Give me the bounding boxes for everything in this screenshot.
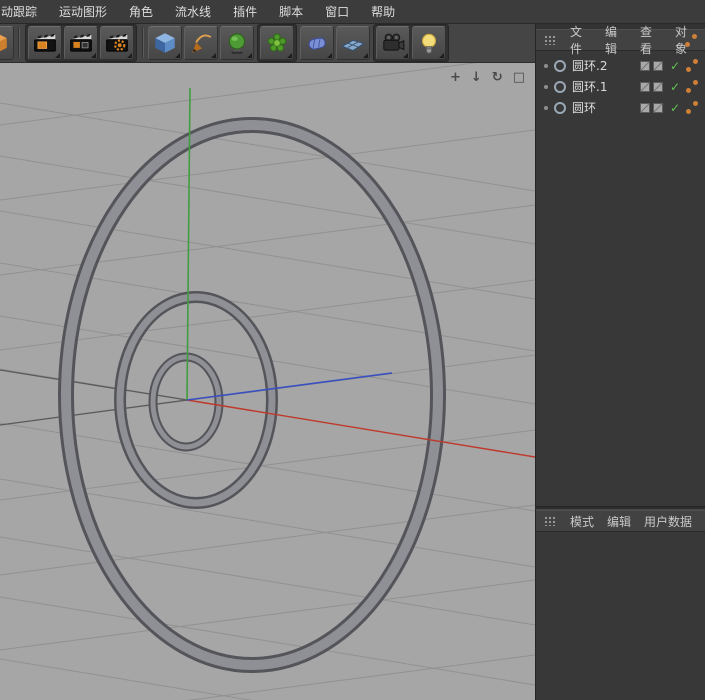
environment-floor-button[interactable] (336, 26, 370, 60)
orange-cube-icon (0, 30, 10, 56)
rotate-icon[interactable]: ↻ (492, 71, 503, 84)
visibility-dots-icon[interactable] (686, 79, 698, 94)
object-row-torus-2[interactable]: 圆环.2 ✓ (536, 55, 705, 76)
light-bulb-icon (416, 30, 442, 56)
torus-icon (554, 101, 566, 114)
right-panel: 文件 编辑 查看 对象 圆环.2 ✓ 圆环.1 ✓ 圆环 ✓ 模式 编辑 用户数… (535, 24, 705, 700)
pan-icon[interactable]: + (450, 71, 461, 84)
menu-item-mograph[interactable]: 运动图形 (59, 3, 107, 20)
app-window: 动跟踪 运动图形 角色 流水线 插件 脚本 窗口 帮助 + ↓ ↻ □ 文件 编… (0, 0, 705, 700)
tree-dot-icon (544, 105, 548, 110)
pen-icon (188, 30, 214, 56)
clapperboard-gear-icon (104, 30, 130, 56)
visibility-dots-icon[interactable] (686, 58, 698, 73)
object-row-torus[interactable]: 圆环 ✓ (536, 97, 705, 118)
tag-square-icon[interactable] (652, 102, 663, 113)
object-label: 圆环 (572, 101, 597, 115)
tag-square-icon[interactable] (652, 60, 663, 71)
enable-check-icon[interactable]: ✓ (670, 80, 680, 94)
toggle-view-icon[interactable]: □ (513, 71, 525, 84)
camera-button[interactable] (376, 26, 410, 60)
object-manager-empty-area[interactable] (536, 118, 705, 506)
tag-square-icon[interactable] (639, 60, 650, 71)
tag-square-icon[interactable] (639, 102, 650, 113)
mograph-cloner-button[interactable] (260, 26, 294, 60)
menu-item-window[interactable]: 窗口 (325, 3, 349, 20)
primitive-cube-button[interactable] (148, 26, 182, 60)
toolbar (0, 24, 535, 63)
visibility-dots-icon[interactable] (685, 33, 697, 48)
render-settings-button[interactable] (100, 26, 134, 60)
tag-square-icon[interactable] (652, 81, 663, 92)
menu-item-motion-tracking[interactable]: 动跟踪 (1, 3, 37, 20)
tab-edit[interactable]: 编辑 (607, 513, 631, 530)
enable-check-icon[interactable]: ✓ (670, 101, 680, 115)
clapperboard-icon (32, 30, 58, 56)
menu-item-script[interactable]: 脚本 (279, 3, 303, 20)
x-axis (186, 399, 535, 458)
toolbar-separator (142, 28, 144, 58)
deformer-button[interactable] (300, 26, 334, 60)
spline-pen-button[interactable] (184, 26, 218, 60)
torus-medium[interactable] (114, 291, 278, 509)
menubar: 动跟踪 运动图形 角色 流水线 插件 脚本 窗口 帮助 (0, 0, 705, 24)
blue-cube-icon (152, 30, 178, 56)
render-view-button[interactable] (28, 26, 62, 60)
tab-mode[interactable]: 模式 (570, 513, 594, 530)
mograph-group (257, 24, 297, 62)
viewport-nav-controls: + ↓ ↻ □ (450, 71, 525, 84)
tree-dot-icon (544, 84, 548, 89)
torus-icon (554, 80, 566, 93)
torus-icon (554, 59, 566, 72)
visibility-dots-icon[interactable] (686, 100, 698, 115)
object-manager-tabbar: 文件 编辑 查看 对象 (536, 25, 705, 56)
scene-object-group (373, 24, 449, 62)
object-label: 圆环.1 (572, 80, 608, 94)
menu-item-pipeline[interactable]: 流水线 (175, 3, 211, 20)
green-flower-icon (264, 30, 290, 56)
tab-user-data[interactable]: 用户数据 (644, 513, 692, 530)
attribute-manager-tabbar: 模式 编辑 用户数据 (536, 510, 705, 532)
render-button-group (25, 24, 137, 62)
tag-square-icon[interactable] (639, 81, 650, 92)
object-label: 圆环.2 (572, 59, 608, 73)
green-sphere-icon (224, 30, 250, 56)
object-row-torus-1[interactable]: 圆环.1 ✓ (536, 76, 705, 97)
clapperboard-region-icon (68, 30, 94, 56)
scene-canvas (0, 63, 535, 700)
tab-edit[interactable]: 编辑 (605, 23, 627, 57)
attribute-manager-empty-area[interactable] (536, 532, 705, 700)
light-button[interactable] (412, 26, 446, 60)
tree-dot-icon (544, 63, 548, 68)
tab-file[interactable]: 文件 (570, 23, 592, 57)
toolbar-separator (18, 28, 20, 58)
panel-drag-handle-icon[interactable] (544, 35, 557, 45)
viewport-3d[interactable]: + ↓ ↻ □ (0, 63, 535, 700)
subdivision-generator-button[interactable] (220, 26, 254, 60)
menu-item-character[interactable]: 角色 (129, 3, 153, 20)
world-axes (186, 87, 535, 458)
object-list: 圆环.2 ✓ 圆环.1 ✓ 圆环 ✓ (536, 51, 705, 118)
tab-view[interactable]: 查看 (640, 23, 662, 57)
menu-item-plugins[interactable]: 插件 (233, 3, 257, 20)
enable-check-icon[interactable]: ✓ (670, 59, 680, 73)
camera-icon (380, 30, 406, 56)
zoom-icon[interactable]: ↓ (471, 71, 482, 84)
torus-small[interactable] (148, 352, 224, 452)
render-region-button[interactable] (64, 26, 98, 60)
deformer-icon (304, 30, 330, 56)
undo-cube-button[interactable] (0, 26, 14, 60)
panel-drag-handle-icon[interactable] (544, 516, 557, 526)
menu-item-help[interactable]: 帮助 (371, 3, 395, 20)
floor-grid-icon (340, 30, 366, 56)
